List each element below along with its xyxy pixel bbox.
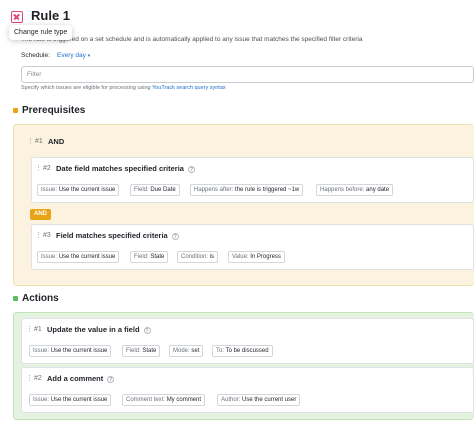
chip-value: Use the current user: [242, 397, 297, 403]
actions-title: Actions: [22, 293, 59, 304]
card-title: Date field matches specified criteria?: [56, 164, 195, 173]
help-icon[interactable]: ?: [171, 232, 179, 240]
chip-issue[interactable]: Issue: Use the current issue: [37, 184, 120, 196]
chip-value: the rule is triggered ~1w: [235, 187, 300, 193]
chip-key: Field:: [134, 187, 149, 193]
drag-handle-icon[interactable]: ⋮: [26, 325, 33, 333]
chip-key: Field:: [134, 254, 149, 260]
chip-issue[interactable]: Issue: Use the current issue: [37, 251, 120, 263]
chip-key: To:: [216, 348, 225, 354]
chip-key: Author:: [221, 397, 241, 403]
query-syntax-link[interactable]: YouTrack search query syntax: [152, 85, 226, 91]
chip-issue[interactable]: Issue: Use the current issue: [29, 345, 112, 357]
chip-author[interactable]: Author: Use the current user: [217, 394, 301, 406]
card-number: #2: [43, 165, 51, 172]
chip-value: set: [191, 348, 200, 354]
chip-happens-before[interactable]: Happens before: any date: [316, 184, 394, 196]
chip-key: Happens before:: [320, 187, 365, 193]
card-number: #3: [43, 232, 51, 239]
card-title: Add a comment?: [47, 374, 115, 383]
chip-value: Due Date: [150, 187, 176, 193]
drag-handle-icon[interactable]: ⋮: [27, 137, 34, 145]
chip-key: Happens after:: [194, 187, 234, 193]
prerequisites-title: Prerequisites: [22, 105, 86, 116]
chip-happens-after[interactable]: Happens after: the rule is triggered ~1w: [190, 184, 304, 196]
chip-field[interactable]: Field: State: [122, 345, 161, 357]
chip-key: Issue:: [41, 187, 58, 193]
chip-value: Use the current issue: [58, 187, 116, 193]
schedule-label: Schedule:: [21, 52, 50, 59]
group-number: #1: [35, 138, 43, 145]
drag-handle-icon[interactable]: ⋮: [35, 231, 42, 239]
chip-key: Field:: [126, 348, 141, 354]
filter-input[interactable]: [21, 66, 474, 83]
group-operator-label: AND: [48, 137, 65, 146]
chip-value: Use the current issue: [58, 254, 116, 260]
chip-value: State: [142, 348, 157, 354]
chip-key: Issue:: [33, 397, 50, 403]
chip-value: State: [150, 254, 165, 260]
drag-handle-icon[interactable]: ⋮: [35, 164, 42, 172]
hint-text: Specify which issues are eligible for pr…: [21, 85, 151, 91]
chip-value[interactable]: Value: In Progress: [228, 251, 285, 263]
chip-condition[interactable]: Condition: is: [177, 251, 219, 263]
filter-hint: Specify which issues are eligible for pr…: [21, 85, 226, 91]
card-number: #2: [34, 375, 42, 382]
schedule-dropdown[interactable]: Every day ▾: [57, 52, 90, 59]
chip-field[interactable]: Field: Due Date: [130, 184, 180, 196]
chip-key: Issue:: [33, 348, 50, 354]
help-icon[interactable]: ?: [143, 326, 151, 334]
chip-key: Issue:: [41, 254, 58, 260]
card-title: Update the value in a field?: [47, 325, 151, 334]
card-title-text: Add a comment: [47, 374, 104, 383]
and-badge: AND: [30, 209, 51, 220]
card-title: Field matches specified criteria?: [56, 231, 179, 240]
chip-key: Condition:: [181, 254, 209, 260]
rule-description: The rule is triggered on a set schedule …: [21, 36, 363, 43]
chip-to[interactable]: To: To be discussed: [212, 345, 273, 357]
chip-issue[interactable]: Issue: Use the current issue: [29, 394, 112, 406]
card-title-text: Field matches specified criteria: [56, 231, 168, 240]
card-title-text: Date field matches specified criteria: [56, 164, 184, 173]
chip-key: Value:: [232, 254, 249, 260]
chip-value: Use the current issue: [50, 348, 108, 354]
chip-comment-text[interactable]: Comment text: My comment: [122, 394, 206, 406]
actions-bullet: [13, 296, 18, 301]
chip-value: To be discussed: [225, 348, 269, 354]
card-title-text: Update the value in a field: [47, 325, 140, 334]
chip-value: is: [209, 254, 215, 260]
schedule-value: Every day: [57, 52, 86, 59]
help-icon[interactable]: ?: [187, 165, 195, 173]
prerequisites-bullet: [13, 108, 18, 113]
chip-value: any date: [366, 187, 390, 193]
chevron-down-icon: ▾: [87, 53, 91, 59]
card-number: #1: [34, 326, 42, 333]
drag-handle-icon[interactable]: ⋮: [26, 374, 33, 382]
chip-value: My comment: [166, 397, 202, 403]
chip-value: In Progress: [250, 254, 281, 260]
chip-key: Mode:: [173, 348, 190, 354]
rule-type-icon[interactable]: [11, 11, 23, 23]
help-icon[interactable]: ?: [107, 375, 115, 383]
chip-mode[interactable]: Mode: set: [169, 345, 204, 357]
chip-value: Use the current issue: [50, 397, 108, 403]
rule-title: Rule 1: [31, 8, 71, 23]
chip-field[interactable]: Field: State: [130, 251, 169, 263]
chip-key: Comment text:: [126, 397, 166, 403]
change-rule-type-tooltip: Change rule type: [9, 25, 73, 40]
